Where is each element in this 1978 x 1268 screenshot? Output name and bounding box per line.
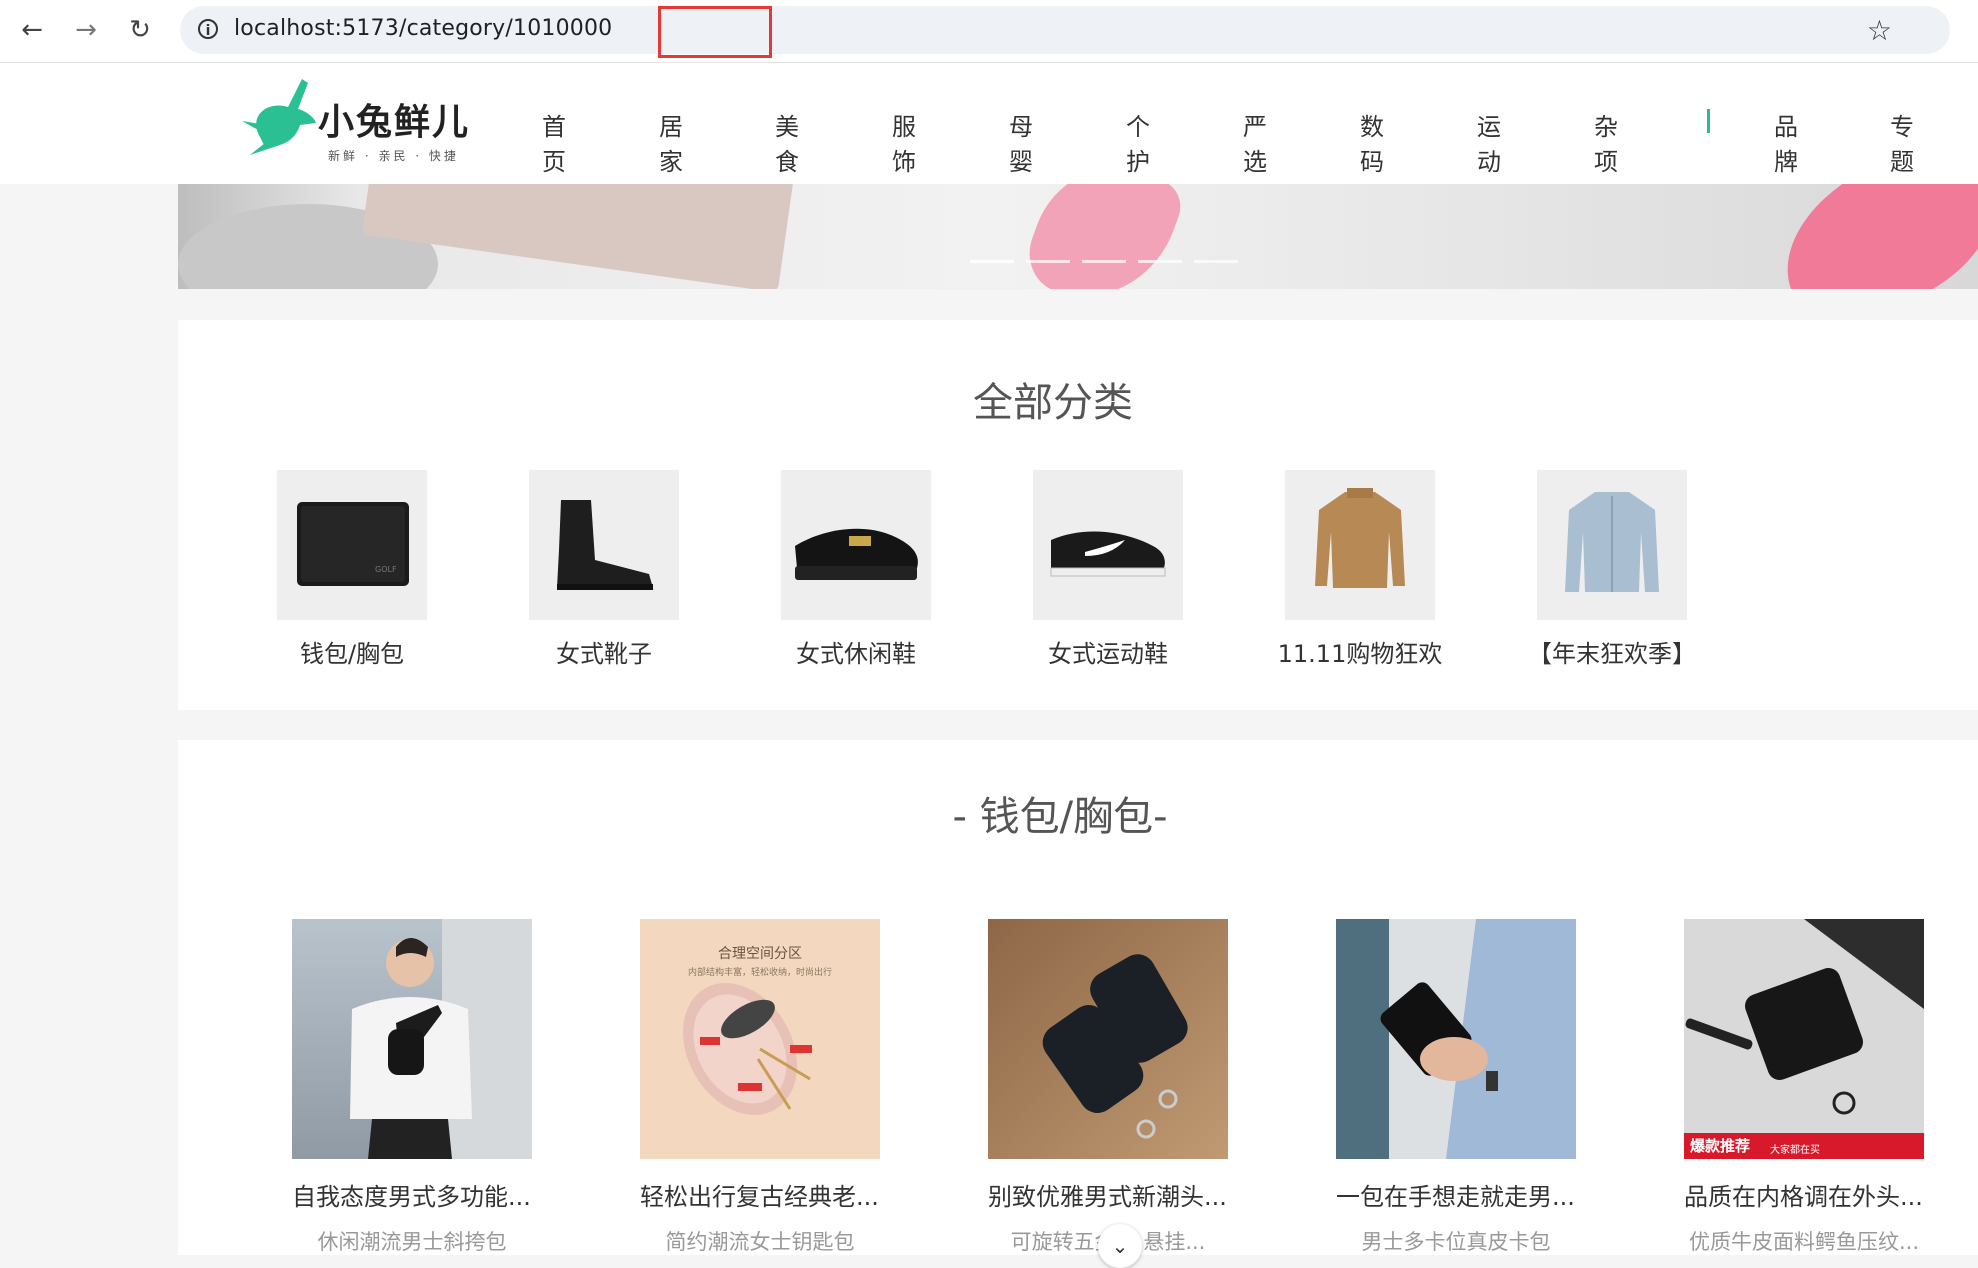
product-badge-sub: 大家都在买 [1770, 1145, 1820, 1156]
nav-item-home-living[interactable]: 居家 [659, 107, 683, 177]
site-info-icon[interactable]: i [198, 19, 218, 39]
nav-item-digital[interactable]: 数码 [1360, 107, 1384, 177]
carousel-indicators [970, 260, 1238, 263]
nav-item-apparel[interactable]: 服饰 [892, 107, 916, 177]
product-badge: 爆款推荐 [1690, 1137, 1751, 1155]
nav-divider [1707, 109, 1710, 133]
url-text[interactable]: localhost:5173/category/1010000 [234, 16, 612, 41]
reload-icon[interactable]: ↻ [120, 10, 160, 50]
carousel-dot[interactable] [970, 260, 1014, 263]
category-products-panel: - 钱包/胸包- 自我态度男式多功能... 休闲潮流男士斜挎包 合理空间分区 内… [178, 740, 1978, 1255]
nav-item-selection[interactable]: 严选 [1243, 107, 1267, 177]
category-item[interactable]: 【年末狂欢季】 [1512, 470, 1712, 669]
nav-item-topic[interactable]: 专题 [1890, 107, 1914, 177]
product-card[interactable]: 爆款推荐 大家都在买 品质在内格调在外头... 优质牛皮面料鳄鱼压纹... [1684, 919, 1924, 1256]
bookmark-star-icon[interactable]: ☆ [1867, 14, 1892, 47]
product-name: 一包在手想走就走男... [1336, 1183, 1575, 1211]
carousel-dot[interactable] [1026, 260, 1070, 263]
category-label: 11.11购物狂欢 [1277, 640, 1443, 668]
site-header: 小兔鲜儿 新鲜 · 亲民 · 快捷 首页 居家 美食 服饰 母婴 个护 严选 数… [0, 63, 1978, 184]
product-name: 品质在内格调在外头... [1684, 1183, 1923, 1211]
category-item[interactable]: 女式休闲鞋 [756, 470, 956, 669]
product-desc: 休闲潮流男士斜挎包 [317, 1230, 507, 1254]
url-highlight-box [658, 6, 772, 58]
rabbit-logo-icon [242, 79, 316, 155]
loafer-icon [781, 470, 931, 620]
product-image [988, 919, 1228, 1159]
banner-carousel[interactable] [178, 184, 1978, 289]
section-title: - 钱包/胸包- [952, 794, 1168, 840]
browser-toolbar: ← → ↻ i localhost:5173/category/1010000 … [0, 0, 1978, 63]
logo-title: 小兔鲜儿 [318, 101, 471, 143]
category-label: 【年末狂欢季】 [1528, 640, 1696, 668]
category-label: 钱包/胸包 [299, 640, 405, 668]
sweater-icon [1285, 470, 1435, 620]
product-card[interactable]: 别致优雅男式新潮头... 可旋转五金扌 悬挂... [988, 919, 1228, 1256]
product-name: 轻松出行复古经典老... [640, 1183, 879, 1211]
product-desc: 优质牛皮面料鳄鱼压纹... [1688, 1230, 1920, 1254]
product-image: 合理空间分区 内部结构丰富，轻松收纳，时尚出行 [640, 919, 880, 1159]
category-item[interactable]: 女式靴子 [504, 470, 704, 669]
product-name: 别致优雅男式新潮头... [988, 1183, 1227, 1211]
all-categories-title: 全部分类 [973, 380, 1133, 426]
nav-item-brand[interactable]: 品牌 [1774, 107, 1798, 177]
product-desc: 男士多卡位真皮卡包 [1361, 1230, 1551, 1254]
category-label: 女式运动鞋 [1048, 640, 1168, 668]
carousel-dot[interactable] [1082, 260, 1126, 263]
carousel-dot[interactable] [1194, 260, 1238, 263]
category-item[interactable]: 女式运动鞋 [1008, 470, 1208, 669]
product-name: 自我态度男式多功能... [292, 1183, 531, 1211]
svg-text:GOLF: GOLF [375, 565, 397, 574]
carousel-dot[interactable] [1138, 260, 1182, 263]
logo-subtitle: 新鲜 · 亲民 · 快捷 [328, 149, 459, 163]
category-label: 女式靴子 [556, 640, 652, 668]
product-card[interactable]: 合理空间分区 内部结构丰富，轻松收纳，时尚出行 轻松出行复古经典老... 简约潮… [640, 919, 880, 1256]
category-item[interactable]: GOLF 钱包/胸包 [252, 470, 452, 669]
logo[interactable]: 小兔鲜儿 新鲜 · 亲民 · 快捷 [240, 73, 480, 163]
back-icon[interactable]: ← [12, 10, 52, 50]
address-bar[interactable]: i localhost:5173/category/1010000 ☆ [180, 6, 1950, 58]
nav-item-sports[interactable]: 运动 [1477, 107, 1501, 177]
nav-item-misc[interactable]: 杂项 [1594, 107, 1618, 177]
product-image [1336, 919, 1576, 1159]
sneaker-icon [1033, 470, 1183, 620]
nav-item-food[interactable]: 美食 [775, 107, 799, 177]
nav-item-personal-care[interactable]: 个护 [1126, 107, 1150, 177]
product-image [292, 919, 532, 1159]
product-card[interactable]: 自我态度男式多功能... 休闲潮流男士斜挎包 [292, 919, 532, 1256]
wallet-icon: GOLF [277, 470, 427, 620]
scroll-down-icon[interactable]: ⌄ [1098, 1224, 1142, 1268]
forward-icon[interactable]: → [66, 10, 106, 50]
nav-item-baby[interactable]: 母婴 [1009, 107, 1033, 177]
category-item[interactable]: 11.11购物狂欢 [1260, 470, 1460, 669]
nav-item-home[interactable]: 首页 [542, 107, 566, 177]
category-label: 女式休闲鞋 [796, 640, 916, 668]
banner-ribbon [1017, 184, 1189, 289]
boot-icon [529, 470, 679, 620]
banner-ribbon [1760, 184, 1978, 289]
jacket-icon [1537, 470, 1687, 620]
product-card[interactable]: 一包在手想走就走男... 男士多卡位真皮卡包 [1336, 919, 1576, 1256]
all-categories-panel: 全部分类 GOLF 钱包/胸包 女式靴子 女式休闲鞋 女式运动鞋 11.11购物… [178, 320, 1978, 710]
product-image: 爆款推荐 大家都在买 [1684, 919, 1924, 1159]
product-desc: 简约潮流女士钥匙包 [665, 1230, 855, 1254]
